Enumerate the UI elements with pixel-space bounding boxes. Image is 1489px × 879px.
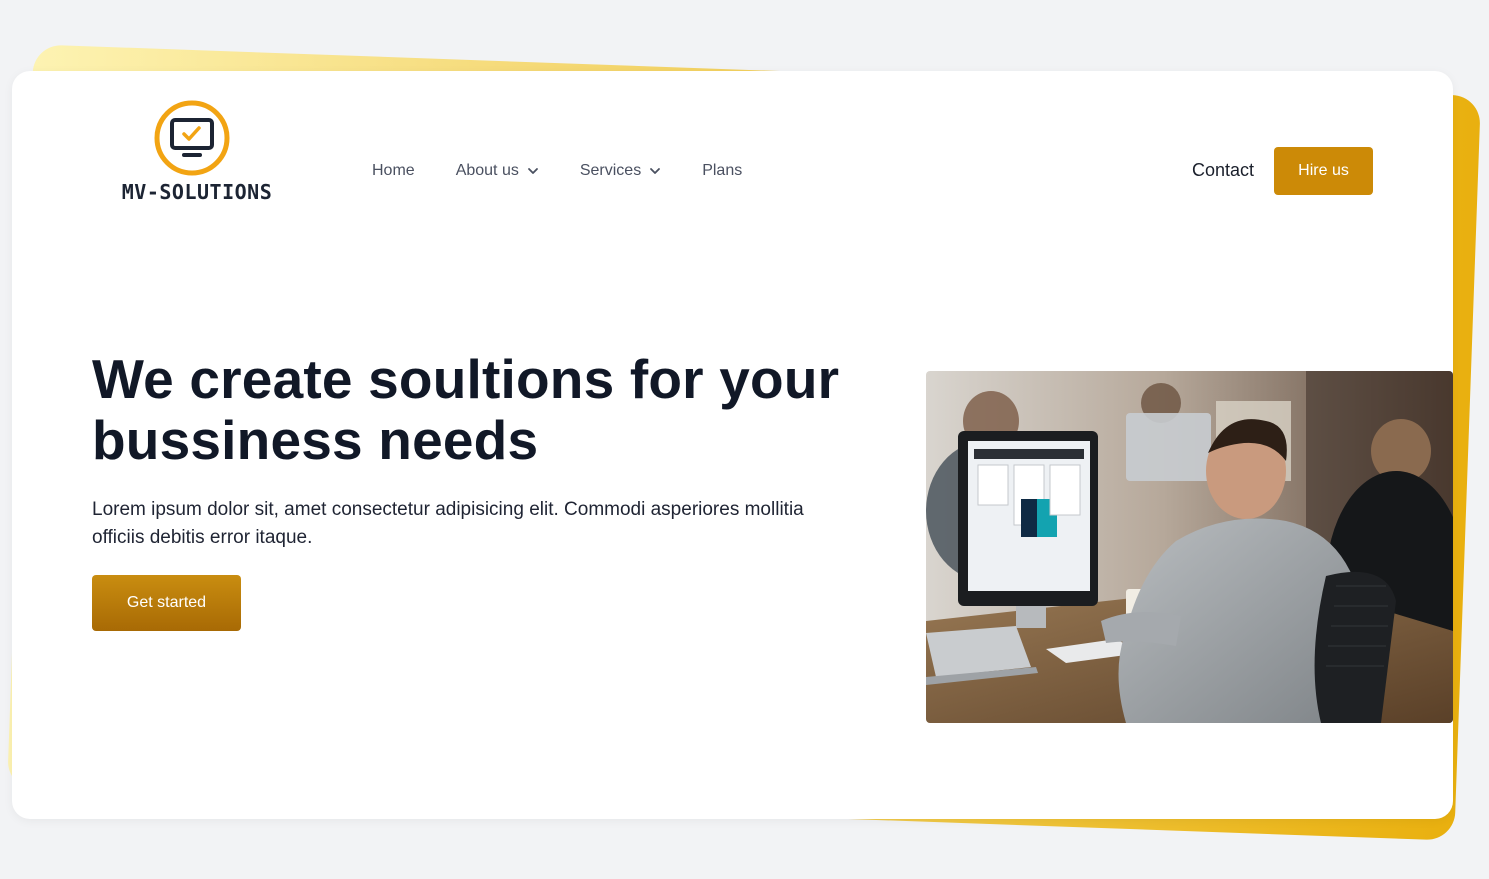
nav-item-label: About us <box>455 162 519 179</box>
nav-item-label: Services <box>579 162 642 179</box>
hire-us-button[interactable]: Hire us <box>1274 147 1373 195</box>
chevron-down-icon <box>527 168 538 174</box>
brand-name: MV-SOLUTIONS <box>121 180 273 204</box>
hero-description: Lorem ipsum dolor sit, amet consectetur … <box>92 499 804 548</box>
nav-item-label: Home <box>372 162 415 179</box>
brand-logo[interactable]: MV-SOLUTIONS <box>106 100 288 204</box>
page-stage: MV-SOLUTIONS Home About us Services Plan… <box>0 0 1489 879</box>
get-started-button[interactable]: Get started <box>92 575 241 631</box>
nav-item-home[interactable]: Home <box>372 162 415 180</box>
monitor-check-icon <box>154 100 230 176</box>
chevron-down-icon <box>650 168 661 174</box>
nav-item-plans[interactable]: Plans <box>702 162 742 180</box>
nav-item-services[interactable]: Services <box>580 162 661 180</box>
main-nav: Home About us Services Plans <box>372 162 783 180</box>
nav-item-about[interactable]: About us <box>456 162 539 180</box>
contact-link[interactable]: Contact <box>1192 160 1254 181</box>
nav-item-label: Plans <box>702 162 743 179</box>
office-workers-photo <box>926 371 1453 723</box>
landing-card: MV-SOLUTIONS Home About us Services Plan… <box>12 71 1453 819</box>
hero-title: We create soultions for your bussiness n… <box>92 348 840 471</box>
